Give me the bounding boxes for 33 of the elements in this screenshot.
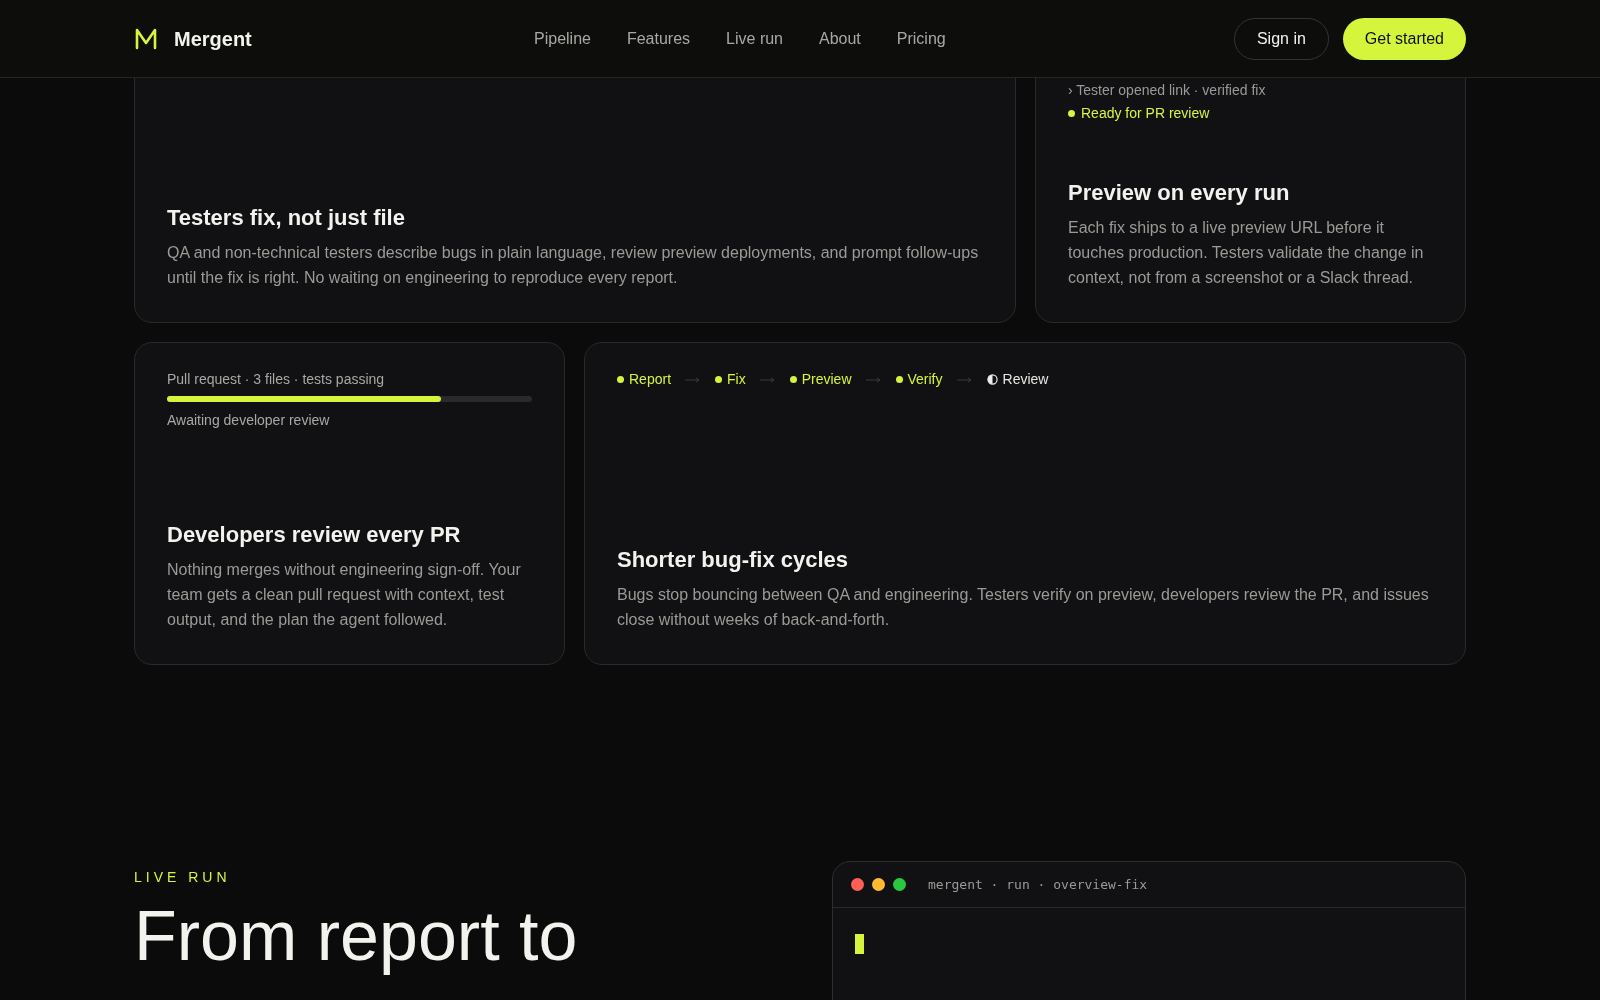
nav-link[interactable]: Pipeline: [534, 26, 591, 51]
log-line: › Tester opened link · verified fix: [1068, 81, 1267, 99]
arrow-icon: [685, 376, 702, 383]
step-label: Review: [1002, 370, 1049, 389]
get-started-button[interactable]: Get started: [1342, 17, 1466, 60]
card-description: Nothing merges without engineering sign-off. Your team gets a clean pull request with context, test output, and the plan the agent followed.: [167, 560, 522, 630]
arrow-icon: [956, 376, 973, 383]
nav-link[interactable]: About: [819, 26, 861, 51]
card-title: Preview on every run: [1068, 179, 1291, 207]
card-title: Shorter bug-fix cycles: [617, 546, 850, 574]
section-eyebrow: LIVE RUN: [134, 868, 232, 887]
step-label: Report: [629, 370, 672, 389]
card-title: Testers fix, not just file: [167, 204, 406, 232]
card-description: Each fix ships to a live preview URL before it touches production. Testers validate the change in context, not from a screenshot or a Slack thread.: [1068, 218, 1425, 288]
nav-link[interactable]: Pricing: [896, 26, 946, 51]
progress-note: Awaiting developer review: [167, 411, 331, 430]
card-description: QA and non-technical testers describe bugs in plain language, review preview deployments, and prompt follow-ups until the fix is right. No waiting on engineering to reproduce every report.: [167, 243, 980, 288]
card-title: Developers review every PR: [167, 521, 462, 549]
section-headline: From report to: [134, 896, 578, 976]
status-text: Ready for PR review: [1081, 104, 1210, 123]
arrow-icon: [759, 376, 776, 383]
text-cursor: [855, 934, 864, 954]
step-label: Fix: [727, 370, 746, 389]
nav-link[interactable]: Live run: [726, 26, 783, 51]
nav-link[interactable]: Features: [626, 26, 691, 51]
brand-name: Mergent: [174, 26, 252, 52]
card-description: Bugs stop bouncing between QA and engineering. Testers verify on preview, developers review the PR, and issues close without weeks of back-and-forth.: [617, 585, 1430, 630]
progress-caption: Pull request · 3 files · tests passing: [167, 370, 386, 389]
arrow-icon: [865, 376, 882, 383]
step-label: Preview: [801, 370, 852, 389]
logo-icon: [134, 27, 158, 50]
terminal-title: mergent · run · overview-fix: [928, 875, 1148, 894]
step-label: Verify: [907, 370, 943, 389]
